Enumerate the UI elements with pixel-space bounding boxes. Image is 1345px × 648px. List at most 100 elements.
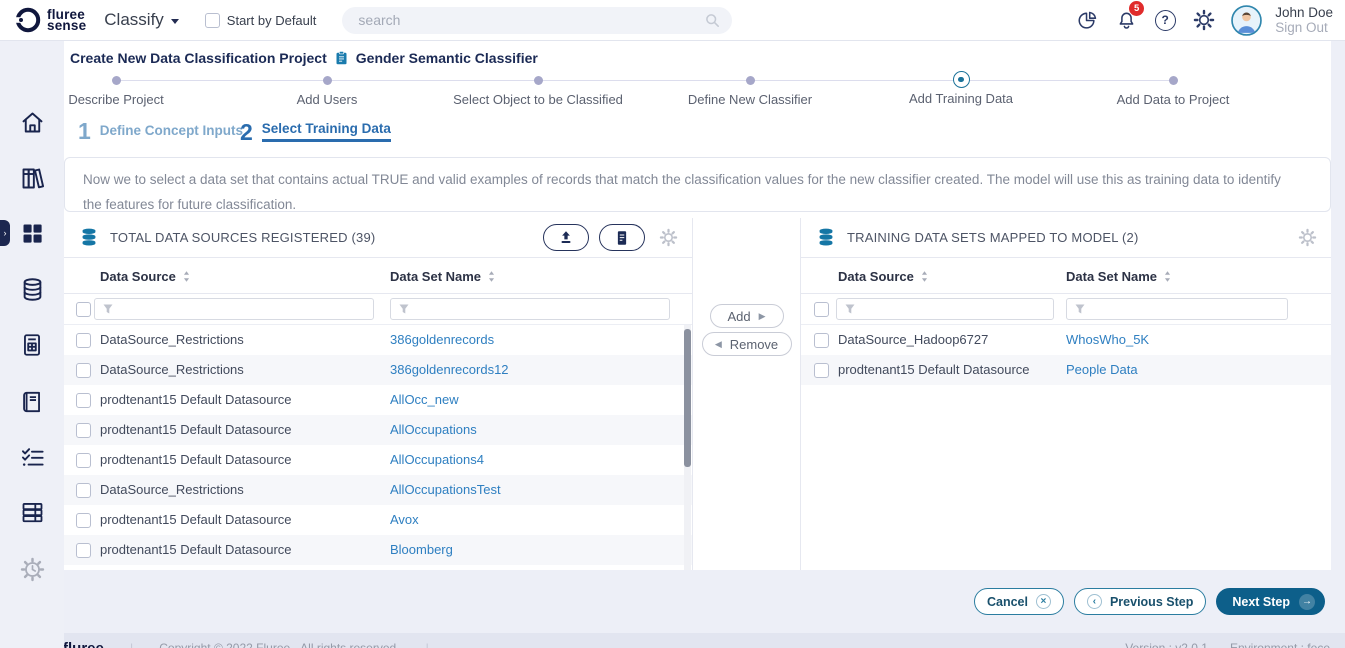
start-by-default-checkbox[interactable]: [205, 13, 220, 28]
app-menu-label: Classify: [104, 10, 164, 30]
row-checkbox[interactable]: [76, 363, 91, 378]
sidebar-item-reports[interactable]: [0, 331, 64, 359]
data-source-filter-input[interactable]: [94, 298, 374, 320]
add-button[interactable]: Add ▶: [710, 304, 784, 328]
sidebar-expand-handle[interactable]: ›: [0, 220, 10, 246]
search-input[interactable]: [342, 7, 732, 34]
fluree-logo-icon: [14, 6, 42, 34]
filter-funnel-icon: [844, 303, 856, 315]
remove-label: Remove: [730, 337, 778, 352]
scrollbar-thumb[interactable]: [684, 329, 691, 467]
data-set-link[interactable]: 386goldenrecords12: [390, 355, 509, 385]
data-set-filter-input[interactable]: [1066, 298, 1288, 320]
document-button[interactable]: [599, 224, 645, 251]
table-settings-button[interactable]: [659, 228, 678, 247]
data-set-link[interactable]: AllOcc_new: [390, 385, 459, 415]
data-source-cell: prodtenant15 Default Datasource: [838, 355, 1030, 385]
step-add-training-data-active[interactable]: Add Training Data: [846, 71, 1076, 106]
analytics-button[interactable]: [1074, 7, 1100, 33]
sidebar-item-library[interactable]: [0, 164, 64, 192]
step-dot: [534, 76, 543, 85]
mapped-panel-title: TRAINING DATA SETS MAPPED TO MODEL (2): [847, 230, 1284, 245]
data-set-link[interactable]: Bloomberg: [390, 535, 453, 565]
table-row: prodtenant15 Default Datasource AllOccup…: [64, 445, 692, 475]
row-checkbox[interactable]: [814, 363, 829, 378]
data-set-link[interactable]: AllOccupations: [390, 415, 477, 445]
sidebar-item-infrastructure[interactable]: [0, 498, 64, 526]
user-avatar[interactable]: [1230, 4, 1262, 36]
start-by-default-label: Start by Default: [227, 13, 317, 28]
data-source-cell: prodtenant15 Default Datasource: [100, 415, 292, 445]
table-row: DataSource_Restrictions AllOccupationsTe…: [64, 475, 692, 505]
sidebar-item-history-settings[interactable]: [0, 555, 64, 583]
row-checkbox[interactable]: [76, 333, 91, 348]
data-set-link[interactable]: People Data: [1066, 355, 1138, 385]
tab-define-concept-inputs[interactable]: 1 Define Concept Inputs: [78, 121, 243, 141]
step-select-object[interactable]: Select Object to be Classified: [423, 71, 653, 107]
data-set-link[interactable]: 386goldenrecords: [390, 325, 494, 355]
app-menu-dropdown[interactable]: Classify: [86, 10, 179, 30]
row-checkbox[interactable]: [76, 543, 91, 558]
remove-button[interactable]: ◀ Remove: [702, 332, 792, 356]
table-row: prodtenant15 Default Datasource People D…: [801, 355, 1331, 385]
step-define-classifier[interactable]: Define New Classifier: [635, 71, 865, 107]
sidebar-item-database[interactable]: [0, 275, 64, 303]
database-icon: [815, 227, 837, 249]
sidebar-item-home[interactable]: [0, 108, 64, 136]
gear-clock-icon: [19, 556, 46, 583]
step-add-data-to-project[interactable]: Add Data to Project: [1058, 71, 1288, 107]
cancel-button[interactable]: Cancel ×: [974, 588, 1064, 615]
row-checkbox[interactable]: [76, 513, 91, 528]
row-checkbox[interactable]: [76, 483, 91, 498]
sign-out-link[interactable]: Sign Out: [1275, 20, 1333, 35]
column-header-data-source[interactable]: Data Source: [838, 258, 929, 294]
pie-chart-icon: [1076, 9, 1099, 32]
data-set-link[interactable]: AllOccupationsTest: [390, 475, 501, 505]
upload-button[interactable]: [543, 224, 589, 251]
table-settings-button[interactable]: [1298, 228, 1317, 247]
brand-text: fluree sense: [47, 9, 86, 31]
add-label: Add: [727, 309, 750, 324]
data-set-link[interactable]: Avox: [390, 505, 419, 535]
row-checkbox[interactable]: [76, 393, 91, 408]
select-all-checkbox[interactable]: [76, 302, 91, 317]
previous-step-button[interactable]: ‹ Previous Step: [1074, 588, 1206, 615]
database-icon: [78, 227, 100, 249]
tab-select-training-data-active[interactable]: 2 Select Training Data: [240, 121, 391, 142]
classifier-name: Gender Semantic Classifier: [356, 50, 538, 66]
select-all-checkbox[interactable]: [814, 302, 829, 317]
fluree-sense-logo[interactable]: fluree sense: [14, 6, 86, 34]
next-step-button[interactable]: Next Step →: [1216, 588, 1325, 615]
app-screen: fluree sense Classify Start by Default: [0, 0, 1345, 648]
column-header-data-set-name[interactable]: Data Set Name: [390, 258, 496, 294]
database-icon: [19, 276, 46, 303]
table-row: prodtenant15 Default Datasource Avox: [64, 505, 692, 535]
column-header-data-source[interactable]: Data Source: [100, 258, 191, 294]
data-set-link[interactable]: WhosWho_5K: [1066, 325, 1149, 355]
data-set-link[interactable]: AllOccupations4: [390, 445, 484, 475]
grid-icon: [19, 220, 46, 247]
table-scrollbar[interactable]: [684, 325, 691, 570]
sidebar-item-tasks[interactable]: [0, 443, 64, 471]
upload-icon: [557, 229, 575, 247]
column-headers: Data Source Data Set Name: [801, 258, 1331, 294]
notifications-button[interactable]: 5: [1113, 7, 1139, 33]
data-set-filter-input[interactable]: [390, 298, 670, 320]
data-source-cell: DataSource_Hadoop6727: [838, 325, 988, 355]
row-checkbox[interactable]: [76, 423, 91, 438]
help-button[interactable]: ?: [1152, 7, 1178, 33]
book-icon: [19, 389, 45, 415]
row-checkbox[interactable]: [814, 333, 829, 348]
step-add-users[interactable]: Add Users: [212, 71, 442, 107]
filter-funnel-icon: [398, 303, 410, 315]
sidebar-item-docs[interactable]: [0, 388, 64, 416]
data-source-filter-input[interactable]: [836, 298, 1054, 320]
row-checkbox[interactable]: [76, 453, 91, 468]
column-header-data-set-name[interactable]: Data Set Name: [1066, 258, 1172, 294]
clipboard-icon: [334, 50, 349, 66]
data-source-cell: DataSource_Restrictions: [100, 355, 244, 385]
notification-badge: 5: [1129, 1, 1144, 16]
settings-button[interactable]: [1191, 7, 1217, 33]
footer-meta: Version : v2.0.1 Environment : fece: [1125, 641, 1330, 648]
triangle-right-icon: ▶: [759, 311, 766, 322]
